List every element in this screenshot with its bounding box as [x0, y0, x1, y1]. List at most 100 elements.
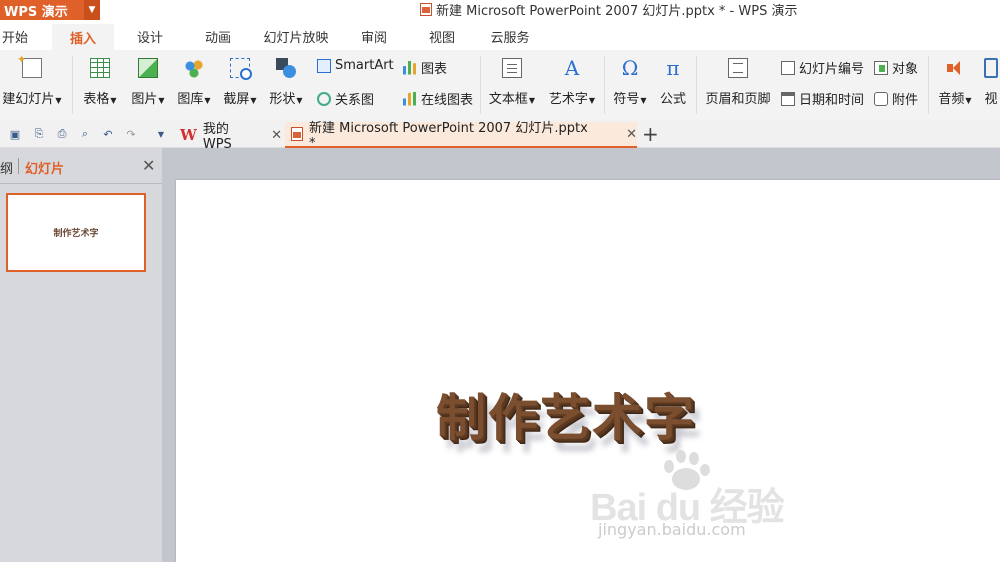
- close-icon[interactable]: ✕: [271, 128, 282, 143]
- panel-tab-divider: [18, 158, 19, 174]
- gallery-button[interactable]: 图库▼: [174, 50, 214, 107]
- wordart-label: 艺术字: [548, 92, 588, 107]
- audio-button[interactable]: 音频▼: [934, 50, 976, 107]
- online-chart-icon: [403, 91, 417, 106]
- watermark-url: jingyan.baidu.com: [598, 520, 746, 539]
- window-title: 新建 Microsoft PowerPoint 2007 幻灯片.pptx * …: [420, 0, 797, 19]
- object-button[interactable]: 对象: [874, 58, 918, 77]
- tab-outline[interactable]: 纲: [0, 158, 13, 177]
- app-menu-button[interactable]: WPS 演示 ▼: [0, 0, 100, 20]
- new-slide-icon: [17, 53, 42, 78]
- presentation-file-icon: [420, 3, 432, 16]
- ribbon-divider: [604, 56, 605, 114]
- relation-icon: [317, 91, 331, 106]
- audio-label: 音频: [938, 92, 965, 107]
- new-slide-label: 建幻灯片: [2, 92, 55, 107]
- date-time-label: 日期和时间: [799, 93, 865, 108]
- tab-review[interactable]: 审阅: [354, 22, 394, 50]
- table-label: 表格: [83, 92, 110, 107]
- online-chart-button[interactable]: 在线图表: [403, 89, 473, 108]
- screenshot-label: 截屏: [223, 92, 250, 107]
- wordart-button[interactable]: A 艺术字▼: [544, 50, 600, 107]
- close-icon[interactable]: ✕: [626, 127, 637, 142]
- pi-icon: π: [666, 56, 680, 80]
- slide-number-icon: [781, 60, 795, 75]
- print-preview-icon[interactable]: ⌕: [78, 127, 92, 141]
- tab-slideshow[interactable]: 幻灯片放映: [258, 22, 334, 50]
- smartart-button[interactable]: SmartArt: [317, 58, 394, 73]
- tab-design[interactable]: 设计: [130, 22, 170, 50]
- print-icon[interactable]: ⎙: [55, 127, 69, 141]
- ribbon-divider: [72, 56, 73, 114]
- online-chart-label: 在线图表: [421, 93, 474, 108]
- tab-cloud-service[interactable]: 云服务: [484, 22, 536, 50]
- redo-icon[interactable]: ↷: [124, 127, 138, 141]
- video-button[interactable]: 视: [982, 50, 1000, 107]
- chevron-down-icon[interactable]: ▼: [84, 0, 100, 20]
- chevron-down-icon[interactable]: ▼: [154, 127, 168, 141]
- ribbon-divider: [928, 56, 929, 114]
- header-footer-button[interactable]: 页眉和页脚: [702, 50, 774, 107]
- attachment-button[interactable]: 附件: [874, 89, 918, 108]
- omega-icon: Ω: [621, 56, 639, 80]
- ribbon-insert: 建幻灯片▼ 表格▼ 图片▼ 图库▼ 截屏▼ 形状▼ SmartArt 图表 关系…: [0, 50, 1000, 120]
- table-button[interactable]: 表格▼: [80, 50, 120, 107]
- slide-number-button[interactable]: 幻灯片编号: [781, 58, 864, 77]
- shape-button[interactable]: 形状▼: [266, 50, 306, 107]
- chart-button[interactable]: 图表: [403, 58, 447, 77]
- tab-view[interactable]: 视图: [422, 22, 462, 50]
- menu-bar: 开始 插入 设计 动画 幻灯片放映 审阅 视图 云服务: [0, 22, 1000, 50]
- screenshot-icon: [230, 58, 252, 80]
- attachment-label: 附件: [892, 93, 919, 108]
- close-icon[interactable]: ✕: [142, 156, 155, 175]
- attachment-icon: [874, 91, 888, 106]
- slide-thumbnail-text: 制作艺术字: [53, 229, 99, 239]
- formula-button[interactable]: π 公式: [654, 50, 692, 107]
- smartart-icon: [317, 58, 331, 73]
- relation-chart-button[interactable]: 关系图: [317, 89, 374, 108]
- undo-icon[interactable]: ↶: [101, 127, 115, 141]
- gallery-icon: [184, 58, 204, 78]
- slides-panel: 纲 幻灯片 ✕ 制作艺术字: [0, 148, 162, 562]
- tab-current-document[interactable]: 新建 Microsoft PowerPoint 2007 幻灯片.pptx * …: [285, 121, 637, 151]
- picture-label: 图片: [131, 92, 158, 107]
- ribbon-divider: [696, 56, 697, 114]
- panel-tabs: 纲 幻灯片 ✕: [0, 148, 162, 184]
- tab-slides[interactable]: 幻灯片: [25, 158, 64, 177]
- header-footer-icon: [728, 58, 748, 78]
- new-tab-plus-icon[interactable]: +: [642, 122, 659, 146]
- tab-my-wps[interactable]: W 我的WPS ✕: [174, 122, 282, 152]
- symbol-button[interactable]: Ω 符号▼: [608, 50, 652, 107]
- calendar-icon: [781, 91, 795, 106]
- slide-canvas[interactable]: 制作艺术字: [176, 180, 1000, 562]
- save-icon[interactable]: ▣: [8, 127, 22, 141]
- wordart-text[interactable]: 制作艺术字: [436, 378, 696, 450]
- screenshot-button[interactable]: 截屏▼: [220, 50, 260, 107]
- textbox-button[interactable]: 文本框▼: [484, 50, 540, 107]
- slide-thumbnail[interactable]: 制作艺术字: [6, 193, 146, 272]
- object-icon: [874, 60, 888, 75]
- chart-label: 图表: [421, 62, 448, 77]
- tab-home[interactable]: 开始: [0, 22, 30, 50]
- slide-number-label: 幻灯片编号: [799, 62, 865, 77]
- tab-insert[interactable]: 插入: [52, 22, 114, 50]
- symbol-label: 符号: [613, 92, 640, 107]
- new-slide-button[interactable]: 建幻灯片▼: [0, 50, 64, 107]
- shape-icon: [276, 58, 296, 78]
- presentation-file-icon: [291, 127, 303, 141]
- quick-access-bar: ▣ ⎘ ⎙ ⌕ ↶ ↷ ▼ W 我的WPS ✕ 新建 Microsoft Pow…: [0, 120, 1000, 152]
- tab-my-wps-label: 我的WPS: [202, 122, 232, 152]
- tab-current-document-label: 新建 Microsoft PowerPoint 2007 幻灯片.pptx *: [308, 121, 588, 151]
- chart-icon: [403, 60, 417, 75]
- tab-animation[interactable]: 动画: [198, 22, 238, 50]
- app-name: WPS 演示: [4, 4, 68, 20]
- video-icon: [984, 58, 998, 78]
- object-label: 对象: [892, 62, 919, 77]
- date-time-button[interactable]: 日期和时间: [781, 89, 864, 108]
- textbox-label: 文本框: [488, 92, 528, 107]
- picture-button[interactable]: 图片▼: [128, 50, 168, 107]
- export-pdf-icon[interactable]: ⎘: [32, 127, 46, 141]
- shape-label: 形状: [269, 92, 296, 107]
- speaker-icon: [945, 58, 965, 78]
- table-icon: [90, 58, 110, 78]
